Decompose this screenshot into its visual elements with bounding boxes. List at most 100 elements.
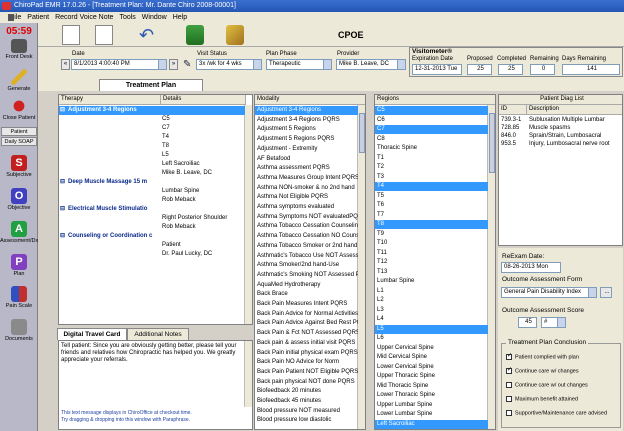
recycle-bin-icon[interactable]	[186, 25, 204, 45]
next-visit-button[interactable]: »	[169, 59, 178, 70]
diag-description-header[interactable]: Description	[527, 105, 622, 115]
modality-item[interactable]: Back pain physical NOT done PQRS	[255, 378, 358, 387]
modality-item[interactable]: Asthma assessment PQRS	[255, 164, 358, 173]
broom-icon[interactable]	[226, 25, 244, 45]
modality-item[interactable]: Adjustment 3-4 Regions PQRS	[255, 116, 358, 125]
conclusion-checkbox-row[interactable]: Continue care w/ changes	[506, 366, 579, 374]
region-item[interactable]: Lumbar Spine	[375, 277, 488, 286]
modality-item[interactable]: Asthmatic's Smoking NOT Assessed PQR	[255, 271, 358, 280]
documents-button[interactable]: Documents	[0, 319, 38, 342]
conclusion-checkbox-row[interactable]: Continue care w/ out changes	[506, 382, 588, 388]
plan-button[interactable]: P Plan	[0, 254, 38, 277]
pain-scale-button[interactable]: Pain Scale	[0, 286, 38, 309]
modality-item[interactable]: Back Pain & Fct NOT Assessed PQRS	[255, 329, 358, 338]
section-daily-soap[interactable]: Daily SOAP	[1, 137, 37, 146]
travel-card-scrollbar[interactable]	[244, 341, 252, 407]
checkbox[interactable]	[506, 352, 512, 360]
therapy-row[interactable]: ⊟ Adjustment 3-4 Regions	[59, 106, 245, 115]
region-item[interactable]: L5	[375, 324, 488, 334]
outcome-form-select[interactable]: General Pain Disability Index	[501, 287, 597, 298]
modality-item[interactable]: Back Brace	[255, 290, 358, 299]
regions-scroll-thumb[interactable]	[489, 113, 495, 173]
modality-item[interactable]: Asthma Tobacco Cessation NO Counseli	[255, 232, 358, 241]
region-item[interactable]: L3	[375, 306, 488, 315]
region-item[interactable]: Lower Cervical Spine	[375, 363, 488, 372]
therapy-row[interactable]: Rob Meback	[59, 196, 245, 205]
checkbox[interactable]	[506, 382, 512, 388]
plan-phase-select[interactable]: Therapeutic	[266, 59, 332, 70]
modality-item[interactable]: Asthma Tobacco Cessation Counseling	[255, 222, 358, 231]
regions-column-header[interactable]: Regions	[375, 95, 495, 105]
modality-item[interactable]: Biofeedback 45 minutes	[255, 397, 358, 406]
therapy-row[interactable]: Right Posterior Shoulder	[59, 214, 245, 223]
region-item[interactable]: T4	[375, 182, 488, 191]
region-item[interactable]: C7	[375, 125, 488, 134]
outcome-form-browse-button[interactable]: ...	[600, 287, 612, 298]
date-field[interactable]: 8/1/2013 4:00:40 PM	[71, 59, 167, 70]
therapy-row[interactable]: Lumbar Spine	[59, 187, 245, 196]
modality-scrollbar[interactable]	[357, 105, 365, 429]
therapy-row[interactable]: Rob Meback	[59, 223, 245, 232]
details-column-header[interactable]: Details	[161, 95, 246, 105]
region-item[interactable]: T9	[375, 230, 488, 239]
modality-item[interactable]: Asthma Symptoms NOT evaluatedPQRS	[255, 213, 358, 222]
modality-item[interactable]: Asthma Smoker/2nd hand-Use	[255, 261, 358, 270]
menu-tools[interactable]: Tools	[119, 12, 135, 23]
region-item[interactable]: T6	[375, 201, 488, 210]
region-item[interactable]: C8	[375, 135, 488, 144]
region-item[interactable]: Upper Lumbar Spine	[375, 401, 488, 410]
tab-treatment-plan[interactable]: Treatment Plan	[99, 79, 203, 91]
region-item[interactable]: T1	[375, 154, 488, 163]
undo-icon[interactable]: ↶	[139, 25, 157, 45]
conclusion-checkbox-row[interactable]: Maximum benefit attained	[506, 396, 578, 402]
generate-button[interactable]: Generate	[0, 69, 38, 92]
modality-item[interactable]: Asthmatic's Tobacco Use NOT Assessed	[255, 252, 358, 261]
therapy-scrollbar[interactable]	[244, 105, 252, 324]
modality-scroll-thumb[interactable]	[359, 113, 365, 153]
tab-digital-travel-card[interactable]: Digital Travel Card	[57, 328, 127, 340]
region-item[interactable]: Upper Cervical Spine	[375, 344, 488, 353]
menu-patient[interactable]: Patient	[27, 12, 49, 23]
menu-help[interactable]: Help	[173, 12, 187, 23]
previous-visit-button[interactable]: «	[61, 59, 70, 70]
modality-item[interactable]: Back Pain NO Advice for Norm	[255, 358, 358, 367]
region-item[interactable]: T8	[375, 220, 488, 229]
modality-item[interactable]: Adjustment 5 Regions	[255, 125, 358, 134]
region-item[interactable]: Upper Thoracic Spine	[375, 372, 488, 381]
region-item[interactable]: T10	[375, 239, 488, 248]
therapy-row[interactable]: C5	[59, 115, 245, 124]
collapse-icon[interactable]: ⊟	[60, 205, 65, 214]
new-document-icon[interactable]	[62, 25, 80, 45]
diagnosis-row[interactable]: 953.5 Injury, Lumbosacral nerve root	[499, 140, 622, 149]
assessment-button[interactable]: A Assessment/Dx	[0, 221, 38, 244]
region-item[interactable]: T11	[375, 249, 488, 258]
modality-item[interactable]: Asthma Tobacco Smoker or 2nd hand	[255, 242, 358, 251]
region-item[interactable]: C6	[375, 116, 488, 125]
region-item[interactable]: Lower Thoracic Spine	[375, 391, 488, 400]
modality-item[interactable]: AF Betafood	[255, 155, 358, 164]
menu-window[interactable]: Window	[142, 12, 167, 23]
modality-item[interactable]: Blood pressure NOT measured	[255, 407, 358, 416]
collapse-icon[interactable]: ⊟	[60, 106, 65, 115]
therapy-row[interactable]: Mike B. Leave, DC	[59, 169, 245, 178]
visit-status-select[interactable]: 3x /wk for 4 wks	[196, 59, 262, 70]
travel-card-text[interactable]: Tell patient: Since you are obviously ge…	[61, 343, 244, 364]
therapy-row[interactable]: T4	[59, 133, 245, 142]
modality-item[interactable]: Adjustment - Extremity	[255, 145, 358, 154]
therapy-column-header[interactable]: Therapy	[59, 95, 161, 105]
subjective-button[interactable]: S Subjective	[0, 155, 38, 178]
modality-item[interactable]: Back Pain Patient NOT Eligible PQRS	[255, 368, 358, 377]
region-item[interactable]: T13	[375, 268, 488, 277]
region-item[interactable]: T3	[375, 173, 488, 182]
collapse-icon[interactable]: ⊟	[60, 232, 65, 241]
region-item[interactable]: Left Sacroiliac	[375, 419, 488, 429]
modality-item[interactable]: Back Pain Measures Intent PQRS	[255, 300, 358, 309]
region-item[interactable]: Lower Lumbar Spine	[375, 410, 488, 419]
modality-item[interactable]: AquaMed Hydrotherapy	[255, 281, 358, 290]
region-item[interactable]: T7	[375, 211, 488, 220]
modality-item[interactable]: Blood pressure low diastolic	[255, 416, 358, 425]
therapy-row[interactable]: L5	[59, 151, 245, 160]
region-item[interactable]: Mid Thoracic Spine	[375, 382, 488, 391]
therapy-row[interactable]: Left Sacroiliac	[59, 160, 245, 169]
tab-additional-notes[interactable]: Additional Notes	[127, 328, 189, 340]
